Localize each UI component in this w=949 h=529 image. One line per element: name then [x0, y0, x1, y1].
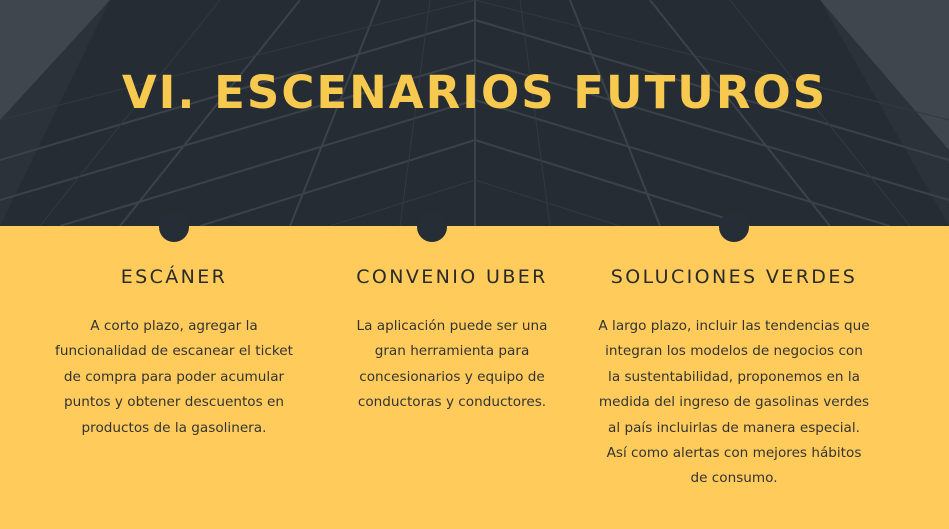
section-soluciones-verdes: SOLUCIONES VERDES A largo plazo, incluir…: [584, 266, 884, 492]
hero-banner: VI. ESCENARIOS FUTUROS: [0, 0, 949, 226]
timeline-dot: [719, 212, 749, 242]
timeline-dot: [417, 212, 447, 242]
timeline-dot: [159, 212, 189, 242]
slide-title: VI. ESCENARIOS FUTUROS: [121, 66, 828, 119]
section-convenio-uber: CONVENIO UBER La aplicación puede ser un…: [332, 266, 572, 416]
section-heading: CONVENIO UBER: [356, 266, 548, 288]
section-heading: ESCÁNER: [120, 266, 228, 288]
section-text: La aplicación puede ser una gran herrami…: [356, 318, 548, 411]
section-escaner: ESCÁNER A corto plazo, agregar la funcio…: [44, 266, 304, 441]
section-text: A corto plazo, agregar la funcionalidad …: [55, 318, 293, 436]
section-heading: SOLUCIONES VERDES: [610, 266, 858, 288]
section-text: A largo plazo, incluir las tendencias qu…: [598, 318, 870, 487]
